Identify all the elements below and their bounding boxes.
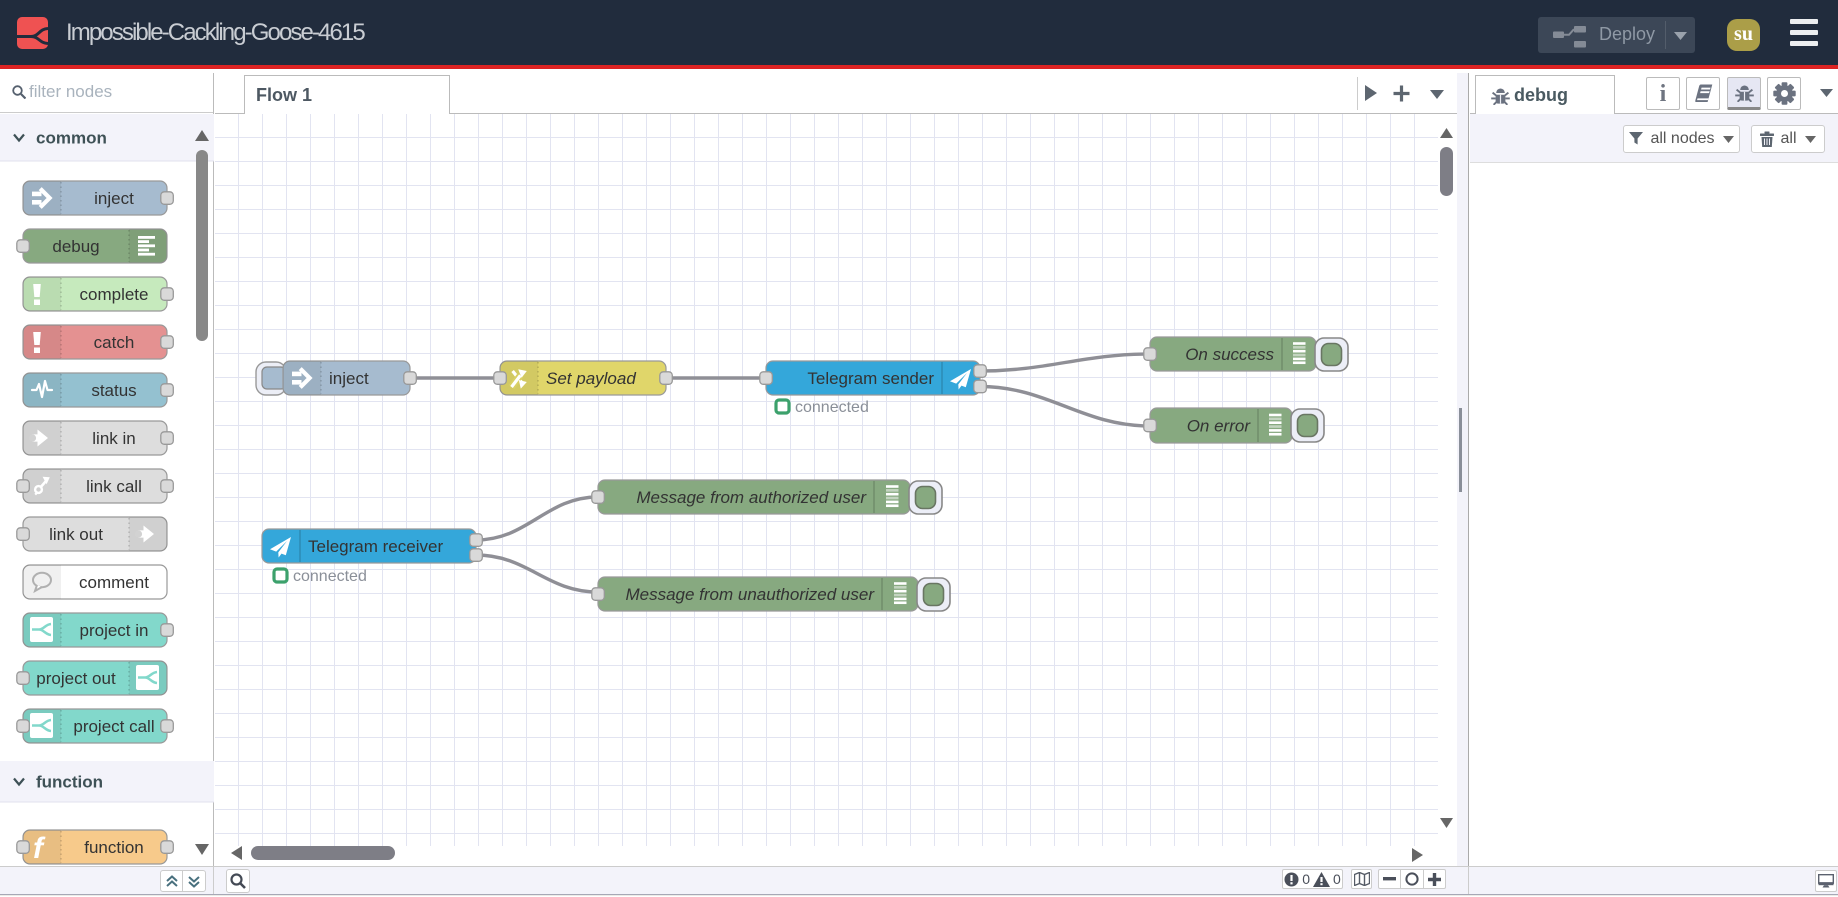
svg-text:project out: project out (36, 669, 116, 688)
svg-text:connected: connected (293, 568, 367, 585)
svg-text:project in: project in (80, 621, 149, 640)
svg-text:Telegram receiver: Telegram receiver (308, 537, 443, 556)
svg-text:inject: inject (329, 369, 369, 388)
svg-text:Telegram sender: Telegram sender (807, 369, 934, 388)
svg-text:link out: link out (49, 525, 103, 544)
svg-text:function: function (84, 838, 144, 857)
svg-text:link in: link in (92, 429, 135, 448)
svg-text:On error: On error (1187, 416, 1252, 435)
svg-text:link call: link call (86, 477, 142, 496)
svg-text:common: common (36, 129, 107, 148)
svg-text:connected: connected (795, 399, 869, 416)
svg-text:inject: inject (94, 189, 134, 208)
svg-text:Message from authorized user: Message from authorized user (636, 488, 867, 507)
svg-text:debug: debug (52, 237, 99, 256)
svg-text:catch: catch (94, 333, 135, 352)
svg-text:comment: comment (79, 573, 149, 592)
svg-text:status: status (91, 381, 136, 400)
svg-text:complete: complete (80, 285, 149, 304)
svg-text:Message from unauthorized user: Message from unauthorized user (625, 585, 875, 604)
svg-text:function: function (36, 773, 103, 792)
svg-text:Set payload: Set payload (546, 369, 636, 388)
svg-text:project call: project call (73, 717, 154, 736)
svg-text:On success: On success (1185, 345, 1274, 364)
